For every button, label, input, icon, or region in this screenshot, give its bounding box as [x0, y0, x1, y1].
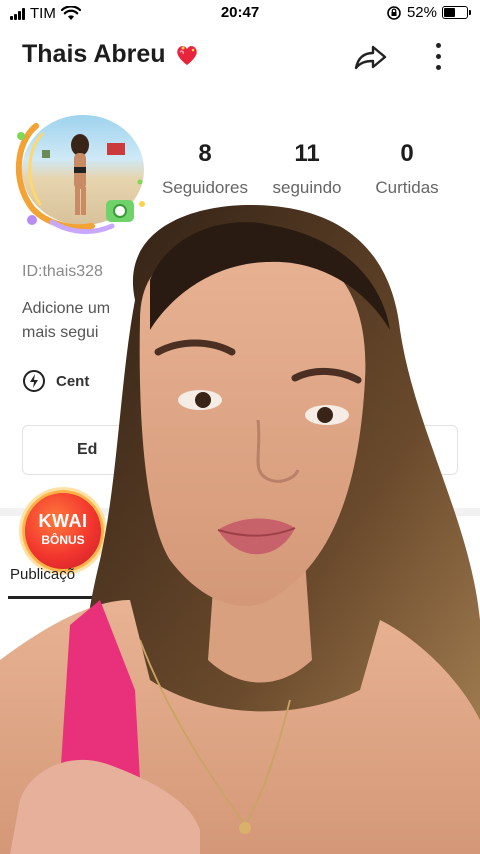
stat-following[interactable]: 11 seguindo — [252, 140, 362, 198]
likes-label: Curtidas — [375, 178, 439, 197]
following-count: 11 — [294, 140, 320, 167]
stat-likes[interactable]: 0 Curtidas — [352, 140, 462, 198]
followers-count: 8 — [198, 140, 212, 167]
profile-header: Thais Abreu — [0, 34, 480, 78]
followers-label: Seguidores — [161, 178, 248, 197]
creator-center-link[interactable]: Cent — [22, 369, 89, 393]
stat-followers[interactable]: 8 Seguidores — [150, 140, 260, 198]
kwai-bonus-badge[interactable]: KWAI BÔNUS — [22, 490, 104, 572]
user-id[interactable]: ID:thais328 — [22, 263, 103, 281]
kwai-badge-title: KWAI — [38, 511, 88, 531]
rotation-lock-icon — [387, 5, 401, 20]
edit-profile-label: Ed — [77, 441, 98, 458]
profile-name: Thais Abreu — [22, 40, 166, 68]
bio-line1: Adicione um — [22, 300, 111, 317]
status-bar: TIM 20:47 52% — [0, 0, 480, 28]
tab-publications[interactable]: Publicaçõ — [10, 566, 75, 583]
edit-profile-button[interactable]: Ed — [22, 425, 247, 475]
heart-icon — [176, 45, 197, 65]
following-label: seguindo — [272, 178, 342, 197]
share-icon[interactable] — [352, 38, 388, 74]
secondary-button-label: s — [418, 441, 427, 458]
likes-count: 0 — [400, 140, 414, 167]
avatar-frame — [16, 123, 145, 235]
profile-action-buttons: Ed s — [22, 425, 458, 475]
center-label: Cent — [56, 372, 90, 390]
profile-bio[interactable]: Adicione um r mais segui — [22, 297, 462, 345]
tab-underline — [8, 596, 106, 599]
bio-line1-end: r — [384, 300, 390, 317]
battery-percent: 52% — [406, 4, 437, 21]
more-options-icon[interactable] — [424, 38, 452, 74]
bio-line2: mais segui — [22, 324, 99, 341]
secondary-profile-button[interactable]: s — [257, 425, 458, 475]
lightning-icon — [23, 370, 45, 392]
kwai-badge-subtitle: BÔNUS — [41, 533, 85, 547]
avatar[interactable] — [12, 112, 152, 236]
status-right: 52% — [386, 4, 471, 21]
battery-icon — [442, 6, 471, 19]
profile-title: Thais Abreu — [22, 40, 200, 69]
